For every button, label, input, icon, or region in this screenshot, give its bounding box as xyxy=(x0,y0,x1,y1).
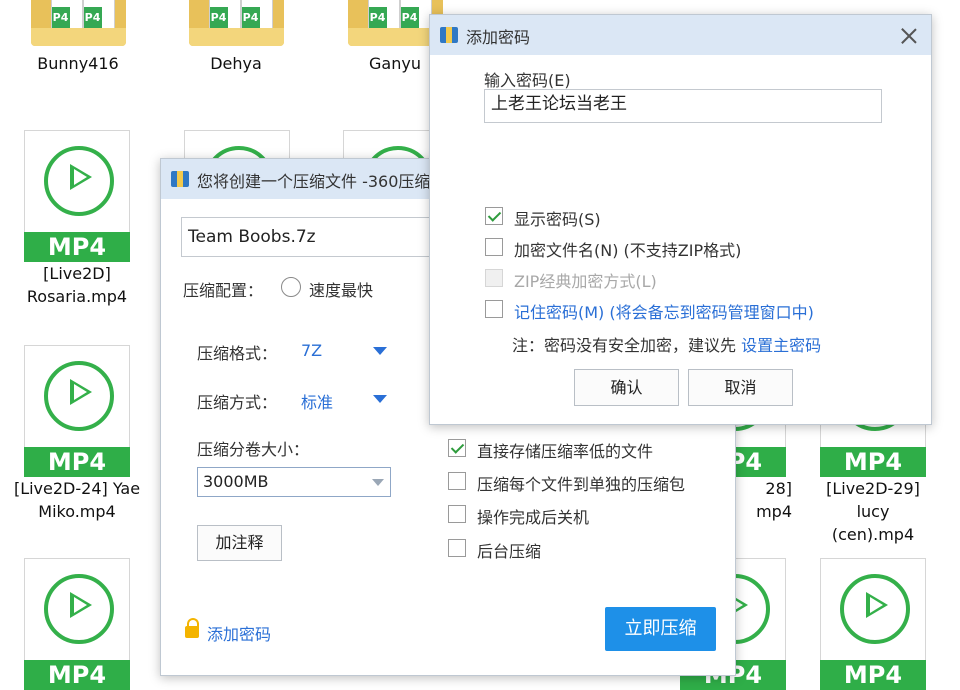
security-note-text: 注：密码没有安全加密，建议先 xyxy=(512,336,742,355)
show-password-label[interactable]: 显示密码(S) xyxy=(514,206,601,230)
volume-size-select[interactable]: 3000MB xyxy=(197,467,391,497)
file-name-line: [Live2D-29] lucy xyxy=(826,479,920,521)
separate-archives-label[interactable]: 压缩每个文件到单独的压缩包 xyxy=(477,471,685,495)
mp4-file-icon: MP4 xyxy=(820,558,926,690)
compress-dialog-title: 您将创建一个压缩文件 -360压缩 xyxy=(197,172,431,191)
encrypt-filenames-label[interactable]: 加密文件名(N) (不支持ZIP格式) xyxy=(514,237,741,261)
folder-item[interactable]: P4 P4 Dehya xyxy=(171,0,301,75)
background-compress-label[interactable]: 后台压缩 xyxy=(477,538,541,562)
zip-classic-checkbox xyxy=(485,269,503,287)
set-master-password-link[interactable]: 设置主密码 xyxy=(741,336,821,355)
file-name-line: (cen).mp4 xyxy=(831,525,915,544)
mp4-file-icon: MP4 xyxy=(24,130,130,262)
confirm-button[interactable]: 确认 xyxy=(574,369,679,406)
format-label: 压缩格式： xyxy=(197,344,278,363)
folder-name: Dehya xyxy=(210,54,262,73)
cancel-button[interactable]: 取消 xyxy=(688,369,793,406)
file-name-line: Miko.mp4 xyxy=(38,502,116,521)
app-icon xyxy=(440,27,458,43)
separate-archives-checkbox[interactable] xyxy=(448,472,466,490)
file-item[interactable]: MP4 [Live2D] Rosaria.mp4 xyxy=(12,130,142,308)
close-icon[interactable] xyxy=(899,26,919,46)
store-low-ratio-checkbox[interactable] xyxy=(448,439,466,457)
volume-size-label: 压缩分卷大小： xyxy=(197,440,310,459)
file-name-line: [Live2D-24] Yae xyxy=(13,479,141,498)
zip-classic-label: ZIP经典加密方式(L) xyxy=(514,272,657,291)
speed-fastest-label[interactable]: 速度最快 xyxy=(309,277,373,301)
password-input[interactable]: 上老王论坛当老王 xyxy=(484,89,882,123)
file-name-line: Rosaria.mp4 xyxy=(26,287,128,306)
password-dialog-titlebar[interactable]: 添加密码 xyxy=(430,15,931,55)
speed-fastest-radio[interactable] xyxy=(281,277,301,297)
format-dropdown[interactable]: 7Z xyxy=(301,341,322,360)
password-dialog-title: 添加密码 xyxy=(466,28,531,47)
method-dropdown[interactable]: 标准 xyxy=(301,389,333,413)
show-password-checkbox[interactable] xyxy=(485,207,503,225)
file-item[interactable]: MP4 [Live2D-24] Yae Miko.mp4 xyxy=(12,345,142,523)
encrypt-filenames-checkbox[interactable] xyxy=(485,238,503,256)
lock-icon xyxy=(185,618,199,638)
folder-icon: P4 P4 xyxy=(188,0,284,48)
folder-item[interactable]: P4 P4 Bunny416 xyxy=(13,0,143,75)
chevron-down-icon xyxy=(372,479,384,486)
background-compress-checkbox[interactable] xyxy=(448,539,466,557)
add-password-link[interactable]: 添加密码 xyxy=(207,621,271,645)
folder-name: Bunny416 xyxy=(37,54,119,73)
password-input-label: 输入密码(E) xyxy=(484,71,571,90)
method-label: 压缩方式： xyxy=(197,393,278,412)
shutdown-after-checkbox[interactable] xyxy=(448,505,466,523)
method-caret-icon[interactable] xyxy=(373,395,387,403)
config-label: 压缩配置： xyxy=(183,281,264,300)
shutdown-after-label[interactable]: 操作完成后关机 xyxy=(477,504,589,528)
security-note: 注：密码没有安全加密，建议先 设置主密码 xyxy=(512,332,821,356)
add-comment-button[interactable]: 加注释 xyxy=(197,525,282,561)
mp4-file-icon: MP4 xyxy=(24,558,130,690)
remember-password-checkbox[interactable] xyxy=(485,300,503,318)
remember-password-label[interactable]: 记住密码(M) (将会备忘到密码管理窗口中) xyxy=(514,299,814,323)
store-low-ratio-label[interactable]: 直接存储压缩率低的文件 xyxy=(477,438,653,462)
mp4-file-icon: MP4 xyxy=(24,345,130,477)
format-caret-icon[interactable] xyxy=(373,347,387,355)
file-item[interactable]: MP4 xyxy=(12,558,142,690)
file-item[interactable]: MP4 xyxy=(808,558,938,690)
folder-icon: P4 P4 xyxy=(30,0,126,48)
file-name-line: [Live2D] xyxy=(43,264,111,283)
volume-size-value: 3000MB xyxy=(203,472,269,491)
app-icon xyxy=(171,171,189,187)
compress-now-button[interactable]: 立即压缩 xyxy=(605,607,716,651)
password-dialog: 添加密码 输入密码(E) 上老王论坛当老王 显示密码(S) 加密文件名(N) (… xyxy=(429,14,932,425)
